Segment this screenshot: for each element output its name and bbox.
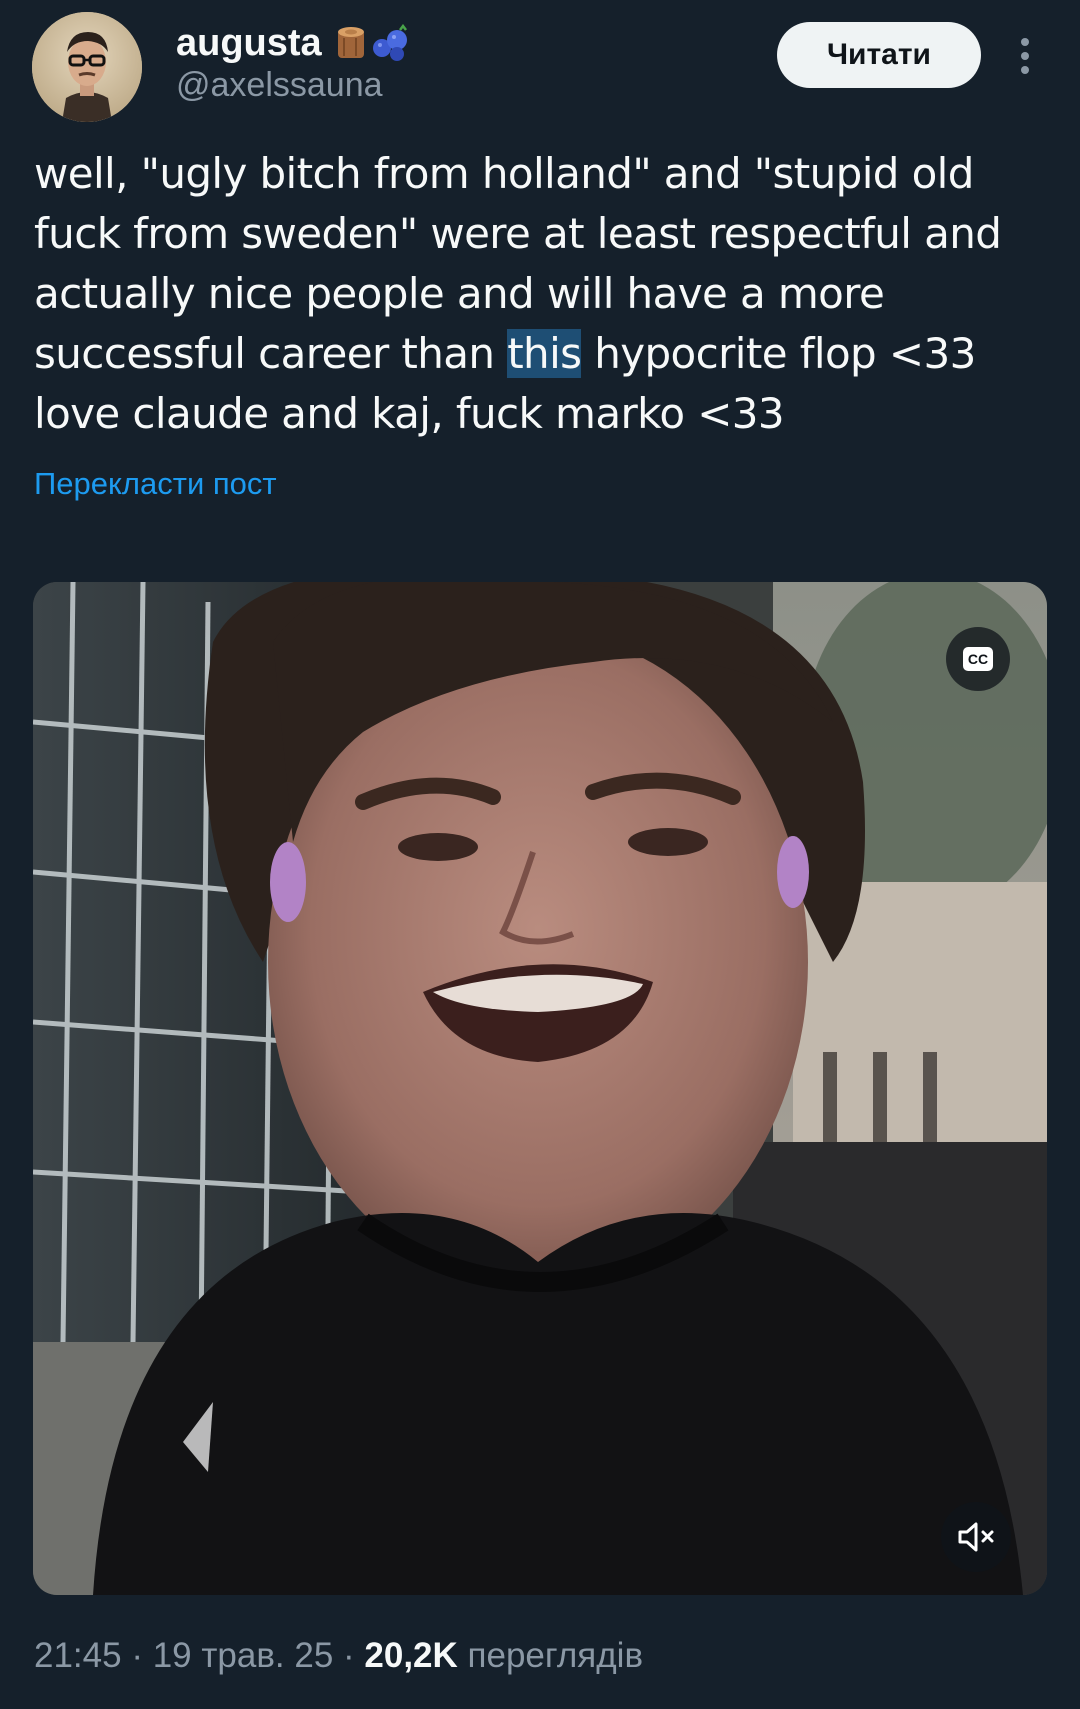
display-name[interactable]: augusta — [176, 22, 322, 65]
video-frame — [33, 582, 1047, 1595]
tweet-metadata: 21:45 · 19 трав. 25 · 20,2K переглядів — [34, 1636, 643, 1676]
tweet-time[interactable]: 21:45 — [34, 1636, 122, 1675]
volume-muted-icon[interactable] — [941, 1502, 1011, 1572]
video-player[interactable]: CC — [33, 582, 1047, 1595]
user-handle[interactable]: @axelssauna — [176, 66, 383, 105]
avatar[interactable] — [32, 12, 142, 122]
views-label: переглядів — [457, 1636, 644, 1675]
translate-post-link[interactable]: Перекласти пост — [34, 466, 277, 502]
more-vertical-icon[interactable] — [1014, 36, 1036, 76]
tweet-date[interactable]: 19 трав. 25 — [153, 1636, 334, 1675]
display-name-row[interactable]: augusta — [176, 20, 407, 66]
follow-button[interactable]: Читати — [777, 22, 981, 88]
selected-text-highlight: this — [507, 329, 582, 378]
blueberries-icon — [370, 23, 407, 62]
cc-label: CC — [963, 647, 993, 671]
closed-captions-icon[interactable]: CC — [946, 627, 1010, 691]
tweet-text: well, "ugly bitch from holland" and "stu… — [34, 144, 1044, 444]
separator: · — [121, 1636, 153, 1675]
separator: · — [333, 1636, 365, 1675]
views-count[interactable]: 20,2K — [364, 1636, 457, 1675]
wood-log-icon — [334, 24, 368, 62]
tweet-header: augusta @axelssauna Читати — [0, 0, 1080, 130]
